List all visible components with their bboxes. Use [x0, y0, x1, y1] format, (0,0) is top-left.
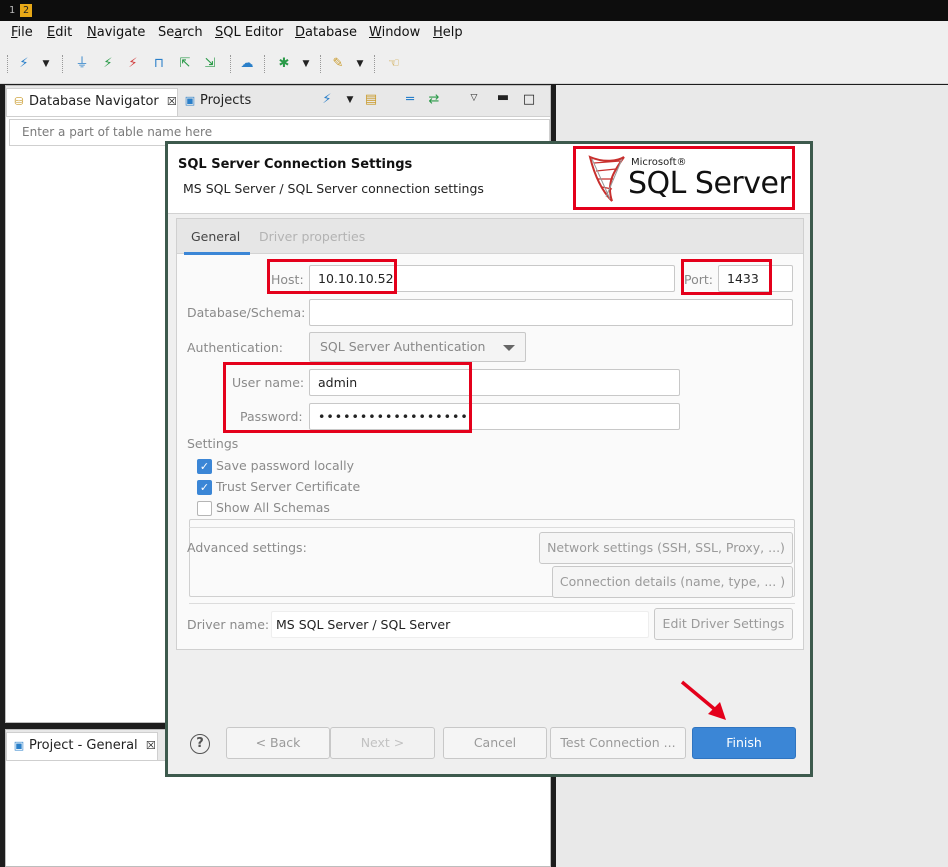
menu-bar: File Edit Navigate Search SQL Editor Dat…	[0, 21, 948, 45]
toolbar-separator	[62, 55, 63, 73]
database-input[interactable]	[309, 299, 793, 326]
toolbar-separator	[264, 55, 265, 73]
debug-icon[interactable]: ✱	[276, 56, 292, 72]
tab-project-general[interactable]: ▣ Project - General ☒	[6, 732, 158, 760]
new-connection-icon[interactable]: ⚡	[319, 92, 335, 108]
navigator-tabbar: ⛁ Database Navigator ☒ ▣ Projects ⚡ ▼ ▤ …	[6, 86, 550, 117]
maximize-icon[interactable]: □	[521, 92, 537, 108]
chevron-down-icon[interactable]: ▼	[342, 92, 358, 108]
dialog-title: SQL Server Connection Settings	[178, 157, 413, 172]
back-button[interactable]: < Back	[226, 727, 330, 759]
transaction-icon[interactable]: ⊓	[151, 56, 167, 72]
authentication-value: SQL Server Authentication	[320, 339, 486, 354]
menu-navigate[interactable]: Navigate	[87, 25, 145, 40]
new-folder-icon[interactable]: ▤	[363, 92, 379, 108]
tools-icon[interactable]: ✎	[330, 56, 346, 72]
show-all-schemas-checkbox[interactable]	[197, 501, 212, 516]
close-icon[interactable]: ☒	[146, 739, 156, 752]
show-all-schemas-label: Show All Schemas	[216, 500, 330, 515]
collapse-all-icon[interactable]: ═	[402, 92, 418, 108]
help-icon[interactable]: ?	[190, 734, 210, 754]
database-icon: ⛁	[14, 95, 24, 108]
top-bar: 1 2	[0, 0, 948, 21]
chevron-down-icon[interactable]: ▼	[352, 56, 368, 72]
driver-name-label: Driver name:	[187, 617, 270, 632]
connect-icon[interactable]: ⏚	[74, 56, 90, 72]
save-password-label: Save password locally	[216, 458, 354, 473]
new-connection-icon[interactable]: ⚡	[16, 56, 32, 72]
rollback-icon[interactable]: ⇲	[202, 56, 218, 72]
authentication-select[interactable]: SQL Server Authentication	[309, 332, 526, 362]
divider	[189, 527, 795, 528]
cancel-button[interactable]: Cancel	[443, 727, 547, 759]
advanced-settings-label: Advanced settings:	[187, 540, 307, 555]
cloud-icon[interactable]: ☁	[239, 56, 255, 72]
chevron-down-icon	[503, 345, 515, 351]
tab-projects[interactable]: ▣ Projects	[178, 88, 288, 116]
connection-details-button[interactable]: Connection details (name, type, ... )	[552, 566, 793, 598]
port-highlight	[681, 259, 772, 295]
toolbar-separator	[374, 55, 375, 73]
menu-help[interactable]: Help	[433, 25, 463, 40]
credentials-highlight	[223, 362, 472, 433]
dialog-subtitle: MS SQL Server / SQL Server connection se…	[183, 181, 484, 196]
menu-database[interactable]: Database	[295, 25, 357, 40]
sql-server-logo: Microsoft® SQL Server	[573, 146, 795, 210]
tab-database-navigator[interactable]: ⛁ Database Navigator ☒	[6, 88, 178, 116]
back-navigation-icon[interactable]: ☜	[386, 56, 402, 72]
chevron-down-icon[interactable]: ▼	[298, 56, 314, 72]
settings-tabs: General Driver properties	[177, 219, 803, 255]
next-button[interactable]: Next >	[330, 727, 435, 759]
reconnect-icon[interactable]: ⚡	[100, 56, 116, 72]
network-settings-button[interactable]: Network settings (SSH, SSL, Proxy, ...)	[539, 532, 793, 564]
menu-edit[interactable]: Edit	[47, 25, 72, 40]
settings-group-title: Settings	[187, 436, 242, 451]
authentication-label: Authentication:	[187, 340, 283, 355]
workspace-tag-2[interactable]: 2	[20, 4, 32, 17]
main-toolbar: ⚡ ▼ ⏚ ⚡ ⚡ ⊓ ⇱ ⇲ ☁ ✱ ▼ ✎ ▼ ☜	[0, 45, 948, 84]
toolbar-separator	[320, 55, 321, 73]
workspace-tag-1[interactable]: 1	[6, 4, 18, 17]
logo-product: SQL Server	[628, 166, 791, 201]
database-label: Database/Schema:	[187, 305, 306, 320]
projects-icon: ▣	[184, 94, 196, 107]
dialog-header: SQL Server Connection Settings MS SQL Se…	[168, 144, 810, 214]
trust-certificate-checkbox[interactable]: ✓	[197, 480, 212, 495]
link-editor-icon[interactable]: ⇄	[426, 92, 442, 108]
edit-driver-settings-button[interactable]: Edit Driver Settings	[654, 608, 793, 640]
trust-certificate-label: Trust Server Certificate	[216, 479, 361, 494]
tab-general[interactable]: General	[183, 229, 251, 255]
projects-icon: ▣	[13, 739, 25, 752]
toolbar-separator	[230, 55, 231, 73]
view-menu-icon[interactable]: ▽	[466, 90, 482, 106]
divider	[189, 603, 795, 604]
minimize-icon[interactable]: ▬	[495, 90, 511, 106]
menu-sql-editor[interactable]: SQL Editor	[215, 25, 283, 40]
commit-icon[interactable]: ⇱	[177, 56, 193, 72]
chevron-down-icon[interactable]: ▼	[38, 56, 54, 72]
sql-server-emblem-icon	[588, 155, 625, 202]
toolbar-separator	[7, 55, 8, 73]
tab-label: Database Navigator	[29, 94, 159, 109]
pointer-arrow-icon	[680, 680, 726, 720]
finish-button[interactable]: Finish	[692, 727, 796, 759]
tab-label: Project - General	[29, 738, 138, 753]
host-highlight	[267, 259, 397, 294]
menu-window[interactable]: Window	[369, 25, 420, 40]
menu-search[interactable]: Search	[158, 25, 203, 40]
menu-file[interactable]: File	[11, 25, 33, 40]
save-password-checkbox[interactable]: ✓	[197, 459, 212, 474]
disconnect-icon[interactable]: ⚡	[125, 56, 141, 72]
tab-driver-properties[interactable]: Driver properties	[259, 229, 365, 244]
tab-label: Projects	[200, 93, 252, 108]
test-connection-button[interactable]: Test Connection ...	[550, 727, 686, 759]
driver-name-field: MS SQL Server / SQL Server	[271, 611, 649, 638]
close-icon[interactable]: ☒	[167, 95, 177, 108]
